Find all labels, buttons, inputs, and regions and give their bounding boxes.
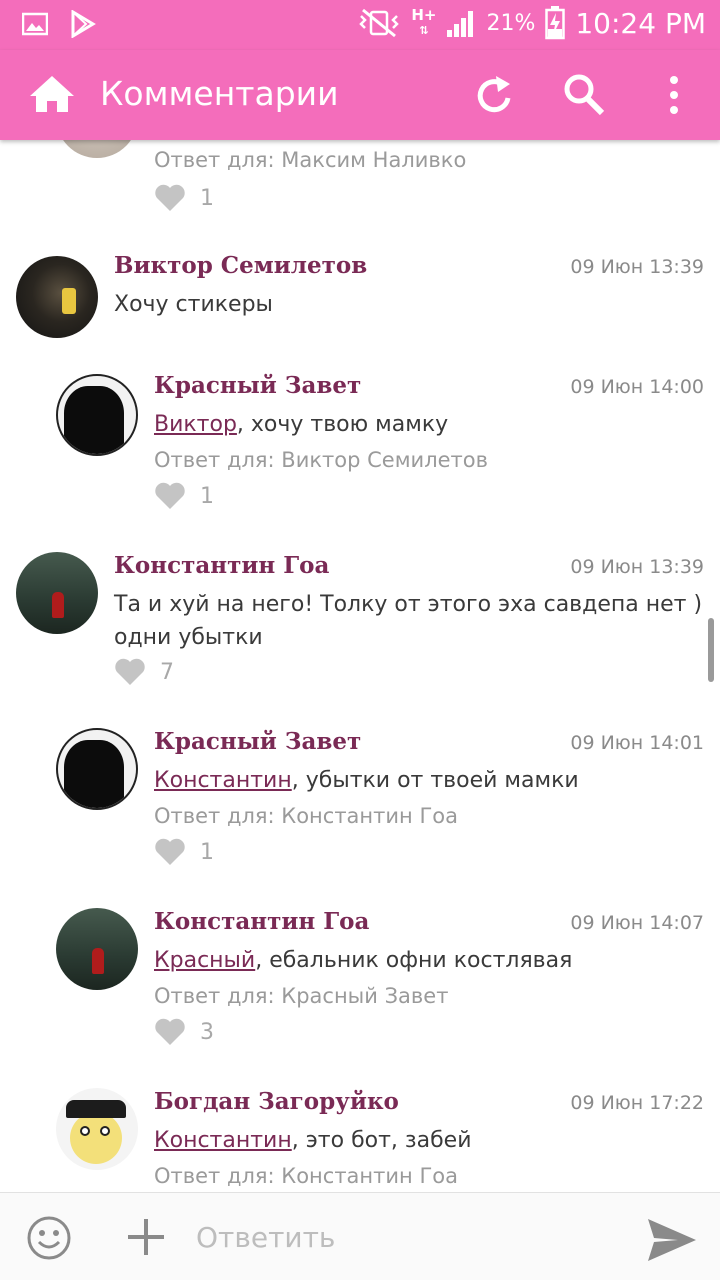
- send-icon[interactable]: [646, 1217, 698, 1263]
- add-attachment-icon[interactable]: [126, 1215, 166, 1259]
- comment-author[interactable]: Константин Гоа: [114, 552, 329, 579]
- avatar[interactable]: [56, 140, 138, 158]
- avatar[interactable]: [16, 256, 98, 338]
- play-store-notification-icon: [71, 10, 96, 38]
- heart-icon: [155, 838, 185, 865]
- mention-link[interactable]: Красный: [154, 948, 255, 973]
- reply-to-label: Ответ для: Максим Наливко: [154, 148, 467, 172]
- heart-icon: [155, 482, 185, 509]
- battery-charging-icon: [545, 6, 566, 40]
- avatar[interactable]: [56, 1088, 138, 1170]
- signal-icon: [447, 11, 474, 37]
- heart-icon: [115, 658, 145, 685]
- network-type: H+ ⇅: [411, 6, 437, 38]
- comment-text: Хочу стикеры: [114, 292, 273, 317]
- comment-author[interactable]: Красный Завет: [154, 728, 361, 755]
- comment-author[interactable]: Виктор Семилетов: [114, 252, 367, 279]
- comment-date: 09 Июн 13:39: [570, 556, 704, 578]
- heart-icon: [155, 184, 185, 211]
- page-title: Комментарии: [100, 74, 339, 113]
- like-button[interactable]: 7: [114, 658, 174, 686]
- like-button[interactable]: 3: [154, 1018, 214, 1046]
- emoji-icon[interactable]: [26, 1215, 72, 1261]
- comment-text: Та и хуй на него! Толку от этого эха сав…: [114, 592, 703, 650]
- comment-text: Красный, ебальник офни костлявая: [154, 948, 573, 973]
- comment-date: 09 Июн 14:00: [570, 376, 704, 398]
- comment-date: 09 Июн 17:22: [570, 1092, 704, 1114]
- heart-icon: [155, 1018, 185, 1045]
- home-icon[interactable]: [28, 74, 76, 114]
- scrollbar[interactable]: [708, 618, 714, 682]
- reply-to-label: Ответ для: Виктор Семилетов: [154, 448, 488, 472]
- comment-date: 09 Июн 14:07: [570, 912, 704, 934]
- comment-author[interactable]: Богдан Загоруйко: [154, 1088, 399, 1115]
- mention-link[interactable]: Виктор: [154, 412, 237, 437]
- avatar[interactable]: [16, 552, 98, 634]
- avatar[interactable]: [56, 728, 138, 810]
- mention-link[interactable]: Константин: [154, 768, 292, 793]
- comment-text: Константин, убытки от твоей мамки: [154, 768, 579, 793]
- app-toolbar: Комментарии: [0, 50, 720, 140]
- comment-author[interactable]: Константин Гоа: [154, 908, 369, 935]
- reply-to-label: Ответ для: Константин Гоа: [154, 1164, 458, 1188]
- comment-date: 09 Июн 13:39: [570, 256, 704, 278]
- comment-text: Виктор, хочу твою мамку: [154, 412, 449, 437]
- reply-bar: [0, 1192, 720, 1280]
- status-bar: H+ ⇅ 21% 10:24 PM: [0, 0, 720, 50]
- gallery-notification-icon: [22, 12, 48, 36]
- clock: 10:24 PM: [575, 6, 706, 40]
- avatar[interactable]: [56, 908, 138, 990]
- like-button[interactable]: 1: [154, 482, 214, 510]
- more-options-icon[interactable]: [664, 72, 684, 118]
- like-button[interactable]: 1: [154, 838, 214, 866]
- like-count: 1: [200, 483, 214, 509]
- comment-date: 09 Июн 14:01: [570, 732, 704, 754]
- comment-author[interactable]: Красный Завет: [154, 372, 361, 399]
- like-count: 1: [200, 185, 214, 211]
- vibrate-mute-icon: [359, 8, 400, 38]
- avatar[interactable]: [56, 374, 138, 456]
- reply-input[interactable]: [196, 1217, 616, 1257]
- reply-to-label: Ответ для: Красный Завет: [154, 984, 449, 1008]
- like-count: 7: [160, 659, 174, 685]
- refresh-icon[interactable]: [474, 72, 516, 118]
- mention-link[interactable]: Константин: [154, 1128, 292, 1153]
- comment-text: Константин, это бот, забей: [154, 1128, 472, 1153]
- reply-to-label: Ответ для: Константин Гоа: [154, 804, 458, 828]
- battery-percent: 21%: [486, 10, 536, 36]
- like-button[interactable]: 1: [154, 184, 214, 212]
- comment-list[interactable]: Ответ для: Максим Наливко 1 Виктор Семил…: [0, 140, 720, 1192]
- like-count: 1: [200, 839, 214, 865]
- like-count: 3: [200, 1019, 214, 1045]
- search-icon[interactable]: [562, 72, 606, 118]
